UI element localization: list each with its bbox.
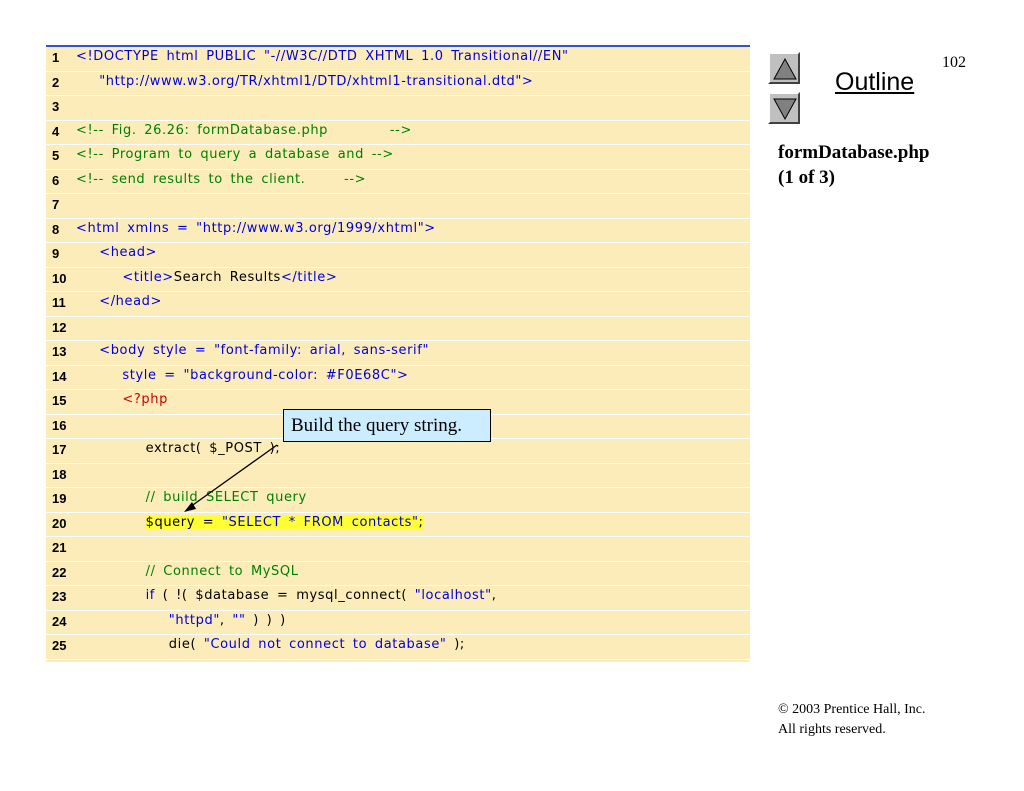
copyright: © 2003 Prentice Hall, Inc. All rights re… [778, 700, 926, 740]
callout-box: Build the query string. [283, 409, 491, 442]
copyright-line-2: All rights reserved. [778, 722, 886, 737]
callout-arrow [184, 444, 278, 512]
copyright-line-1: © 2003 Prentice Hall, Inc. [778, 702, 926, 717]
